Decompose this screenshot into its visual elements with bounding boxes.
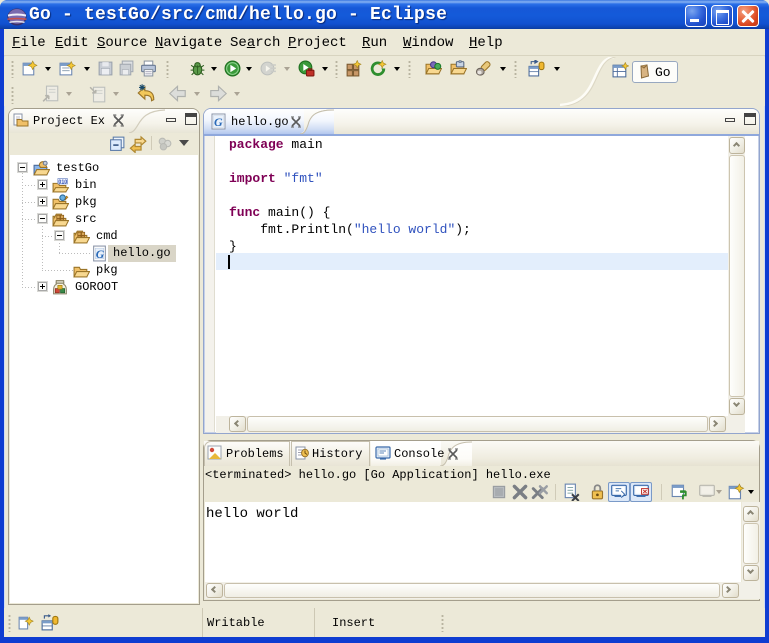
svg-text:G: G xyxy=(214,115,223,129)
svg-text:010: 010 xyxy=(58,179,67,185)
svg-text:G: G xyxy=(96,248,105,261)
